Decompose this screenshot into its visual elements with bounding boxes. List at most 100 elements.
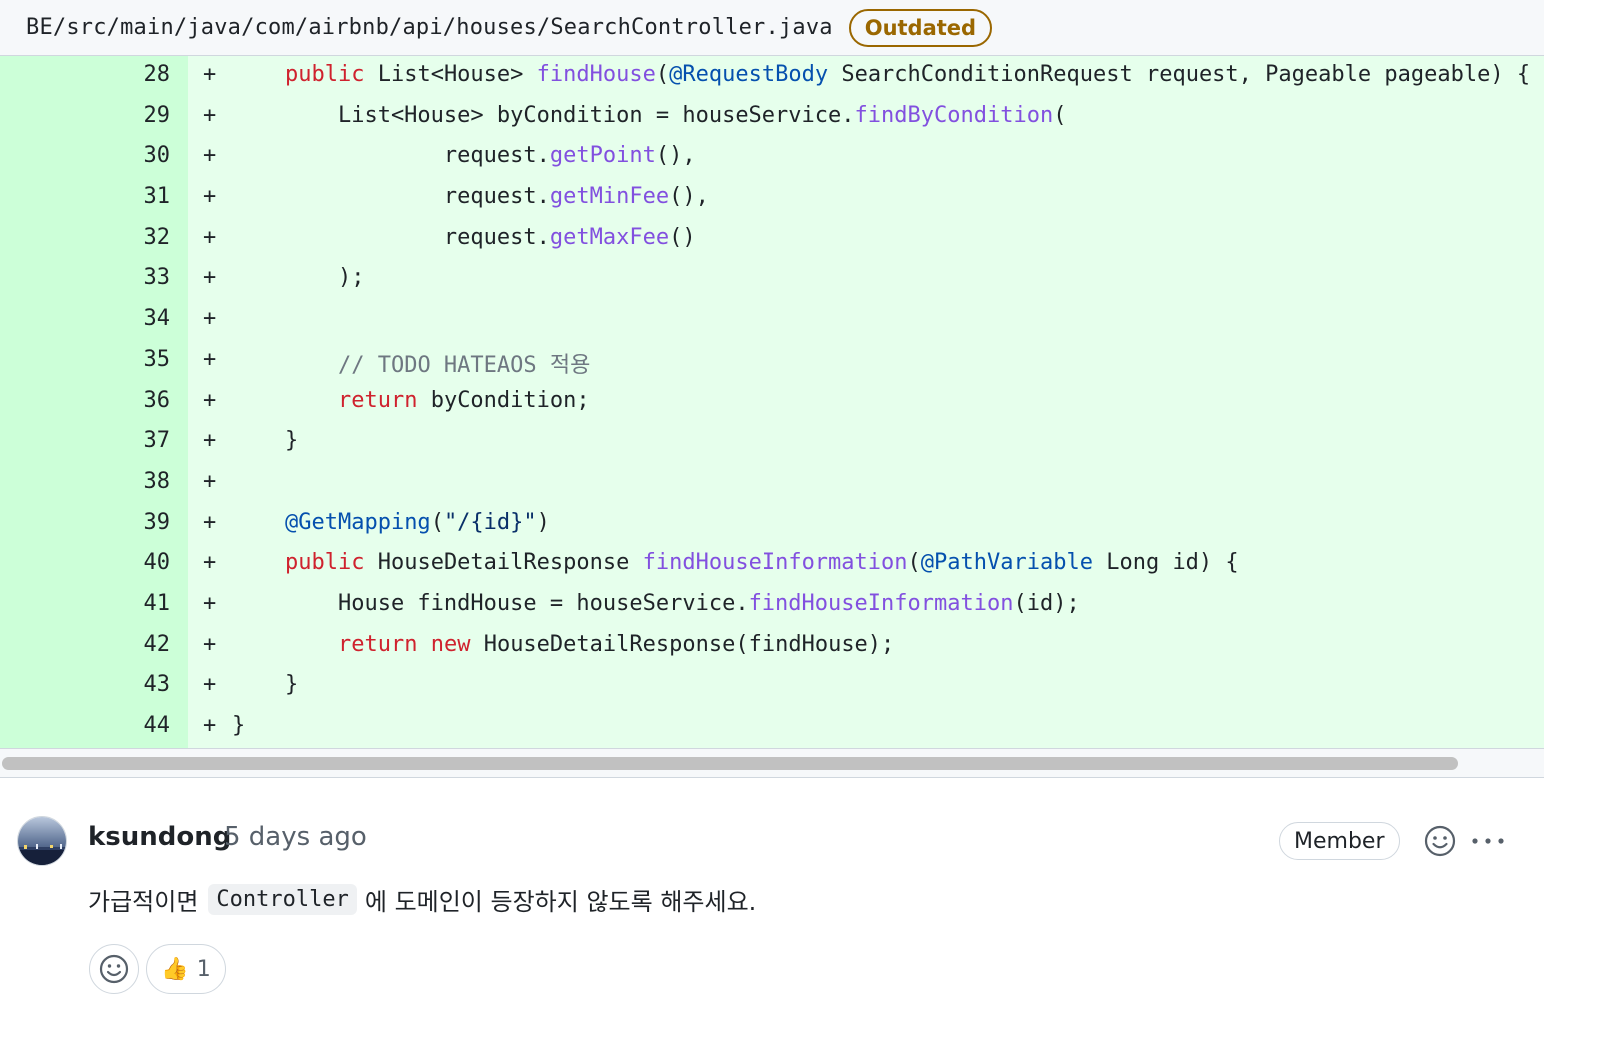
line-number[interactable]: 40	[0, 550, 171, 575]
diff-line: 32 + request.getMaxFee()	[0, 219, 1544, 260]
code-token: getPoint	[549, 143, 656, 169]
addition-marker: +	[203, 590, 217, 616]
diff-line: 39 + @GetMapping("/{id}")	[0, 504, 1544, 545]
addition-marker: +	[203, 468, 217, 494]
addition-marker: +	[203, 265, 217, 291]
diff-line: 41 + House findHouse = houseService.findH…	[0, 585, 1544, 626]
member-badge: Member	[1279, 822, 1400, 860]
avatar[interactable]	[17, 816, 67, 866]
code-content: public HouseDetailResponse findHouseInfo…	[232, 550, 1239, 575]
kebab-horizontal-icon	[1472, 838, 1504, 844]
comment-timestamp[interactable]: 5 days ago	[224, 822, 367, 852]
file-header: BE/src/main/java/com/airbnb/api/houses/S…	[0, 0, 1544, 56]
code-content: }	[232, 672, 298, 697]
diff-line: 37 + }	[0, 422, 1544, 463]
addition-marker: +	[203, 509, 217, 535]
code-token: House findHouse = houseService.	[232, 590, 749, 616]
more-options-button[interactable]	[1468, 822, 1508, 860]
code-content: request.getMinFee(),	[232, 184, 709, 209]
reaction-picker-button[interactable]	[89, 944, 139, 994]
diff-line: 31 + request.getMinFee(),	[0, 178, 1544, 219]
code-content: public List<House> findHouse(@RequestBod…	[232, 62, 1530, 87]
code-token: getMaxFee	[549, 224, 670, 250]
code-content: );	[232, 265, 365, 290]
code-token: findHouse	[536, 62, 656, 87]
code-content: request.getPoint(),	[232, 143, 696, 168]
code-content: }	[232, 713, 245, 738]
file-path-link[interactable]: BE/src/main/java/com/airbnb/api/houses/S…	[26, 15, 833, 40]
line-number[interactable]: 34	[0, 306, 171, 331]
diff-line: 36 + return byCondition;	[0, 382, 1544, 423]
code-token: "/{id}"	[443, 509, 537, 535]
thumbs-up-reaction[interactable]: 👍 1	[146, 944, 226, 994]
horizontal-scrollbar[interactable]	[0, 748, 1544, 778]
line-number[interactable]: 38	[0, 469, 171, 494]
line-number[interactable]: 36	[0, 388, 171, 413]
avatar-image	[18, 817, 66, 865]
diff-line: 42 + return new HouseDetailResponse(findH…	[0, 626, 1544, 667]
line-number[interactable]: 43	[0, 672, 171, 697]
line-number[interactable]: 42	[0, 632, 171, 657]
addition-marker: +	[203, 224, 217, 250]
code-token: (	[1053, 102, 1067, 128]
code-content: @GetMapping("/{id}")	[232, 510, 550, 535]
code-content: request.getMaxFee()	[232, 225, 696, 250]
code-token: (id);	[1013, 590, 1080, 616]
diff-line: 30 + request.getPoint(),	[0, 137, 1544, 178]
scrollbar-thumb[interactable]	[2, 757, 1458, 770]
code-token: (	[655, 62, 670, 87]
code-content: return byCondition;	[232, 388, 590, 413]
thumbs-up-icon: 👍	[161, 956, 189, 982]
review-comment: ksundong 5 days ago Member 가급적이면 Control…	[0, 778, 1544, 1038]
line-number[interactable]: 28	[0, 62, 171, 87]
code-content: // TODO HATEAOS 적용	[232, 347, 590, 379]
smiley-icon	[99, 954, 129, 984]
code-token: findHouseInformation	[748, 590, 1014, 616]
comment-author[interactable]: ksundong	[88, 822, 231, 852]
line-number[interactable]: 33	[0, 265, 171, 290]
code-token: (),	[669, 184, 709, 210]
code-content: List<House> byCondition = houseService.f…	[232, 102, 1067, 128]
line-number[interactable]: 35	[0, 347, 171, 372]
add-reaction-button[interactable]	[1421, 822, 1459, 860]
addition-marker: +	[203, 143, 217, 169]
inline-code: Controller	[208, 884, 357, 915]
review-thread: BE/src/main/java/com/airbnb/api/houses/S…	[0, 0, 1544, 1038]
diff-line: 28 + public List<House> findHouse(@Reques…	[0, 56, 1544, 97]
line-number[interactable]: 41	[0, 591, 171, 616]
addition-marker: +	[203, 550, 217, 576]
line-number[interactable]: 31	[0, 184, 171, 209]
line-number[interactable]: 44	[0, 713, 171, 738]
diff-code-view: 28 + public List<House> findHouse(@Reques…	[0, 56, 1544, 748]
code-token: )	[536, 509, 550, 535]
code-token: public	[284, 62, 365, 87]
code-token: return	[337, 631, 418, 657]
code-content: return new HouseDetailResponse(findHouse…	[232, 632, 894, 657]
addition-marker: +	[203, 428, 217, 454]
code-token: request.	[232, 143, 550, 169]
line-number[interactable]: 29	[0, 103, 171, 128]
line-number[interactable]: 32	[0, 225, 171, 250]
code-token: // TODO HATEAOS 적용	[337, 352, 591, 378]
line-number[interactable]: 39	[0, 510, 171, 535]
code-token: new	[430, 631, 471, 657]
code-token: request.	[232, 224, 550, 250]
diff-line: 29 + List<House> byCondition = houseServi…	[0, 97, 1544, 138]
diff-line: 38 +	[0, 463, 1544, 504]
addition-marker: +	[203, 387, 217, 413]
diff-line: 44 +}	[0, 707, 1544, 748]
code-token: ()	[669, 224, 696, 250]
line-number[interactable]: 30	[0, 143, 171, 168]
comment-body: 가급적이면 Controller 에 도메인이 등장하지 않도록 해주세요.	[88, 882, 756, 917]
code-token: }	[232, 672, 299, 698]
diff-line: 43 + }	[0, 666, 1544, 707]
code-token: Long id) {	[1092, 550, 1239, 576]
line-number[interactable]: 37	[0, 428, 171, 453]
addition-marker: +	[203, 713, 217, 738]
code-token: findByCondition	[854, 102, 1054, 128]
code-token: @RequestBody	[669, 62, 829, 87]
